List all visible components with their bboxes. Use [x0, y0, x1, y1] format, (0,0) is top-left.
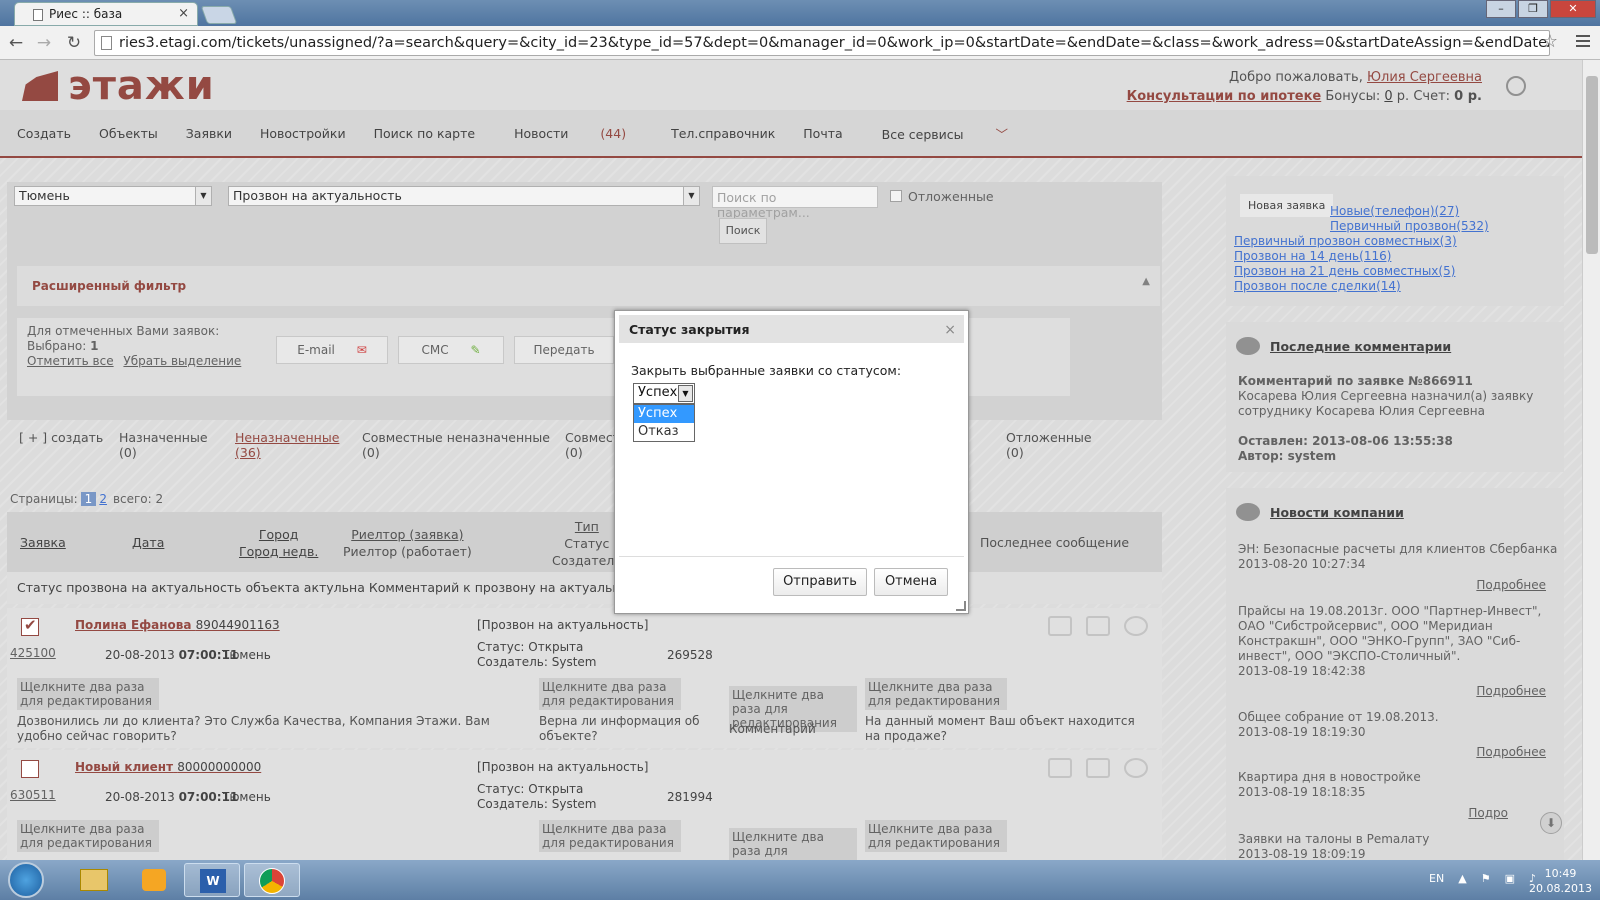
network-icon[interactable]: ▣	[1505, 872, 1515, 885]
clock[interactable]: 10:49 20.08.2013	[1529, 866, 1592, 896]
browser-toolbar: ← → ↻ ries3.etagi.com/tickets/unassigned…	[0, 26, 1600, 60]
address-bar[interactable]: ries3.etagi.com/tickets/unassigned/?a=se…	[94, 30, 1550, 56]
window-controls: – ❐ ✕	[1486, 0, 1596, 20]
close-tab-icon[interactable]: ×	[178, 6, 189, 21]
close-window-icon[interactable]: ✕	[1550, 0, 1596, 18]
status-select[interactable]: Успех ▼	[633, 383, 695, 404]
system-tray: EN ▲ ⚑ ▣ ♪	[1429, 872, 1536, 885]
close-status-dialog: Статус закрытия × Закрыть выбранные заяв…	[614, 310, 969, 614]
page-icon	[33, 9, 43, 21]
resize-handle-icon[interactable]	[956, 601, 966, 611]
explorer-icon[interactable]	[66, 863, 122, 897]
menu-icon[interactable]	[1576, 32, 1590, 50]
close-icon[interactable]: ×	[944, 322, 956, 338]
reload-icon[interactable]: ↻	[62, 31, 86, 55]
option-refuse[interactable]: Отказ	[634, 423, 694, 441]
clock-time: 10:49	[1544, 867, 1577, 880]
dialog-divider	[619, 556, 964, 557]
dropdown-arrow-icon: ▼	[678, 385, 693, 402]
scrollbar-thumb[interactable]	[1586, 76, 1598, 254]
minimize-icon[interactable]: –	[1486, 0, 1516, 18]
option-success[interactable]: Успех	[634, 405, 694, 423]
tab-title: Риес :: база	[49, 7, 123, 21]
start-button[interactable]	[8, 862, 44, 898]
page-scrollbar[interactable]	[1582, 60, 1600, 860]
forward-icon[interactable]: →	[32, 31, 56, 55]
status-selected: Успех	[638, 385, 678, 400]
bookmark-star-icon[interactable]: ☆	[1542, 31, 1558, 52]
new-tab-button[interactable]	[200, 6, 238, 24]
word-icon[interactable]: W	[184, 863, 240, 897]
flag-icon[interactable]: ⚑	[1481, 872, 1491, 885]
clock-date: 20.08.2013	[1529, 882, 1592, 895]
media-player-icon[interactable]	[126, 863, 182, 897]
page-icon	[101, 36, 112, 50]
chrome-icon[interactable]	[244, 863, 300, 897]
cancel-button[interactable]: Отмена	[874, 568, 948, 596]
tray-arrow-icon[interactable]: ▲	[1458, 872, 1466, 885]
maximize-icon[interactable]: ❐	[1518, 0, 1548, 18]
status-options: Успех Отказ	[633, 404, 695, 442]
browser-tab-bar: Риес :: база × – ❐ ✕	[0, 0, 1600, 26]
url-text: ries3.etagi.com/tickets/unassigned/?a=se…	[119, 35, 1550, 51]
send-button[interactable]: Отправить	[773, 568, 867, 596]
taskbar: W EN ▲ ⚑ ▣ ♪ 10:49 20.08.2013	[0, 860, 1600, 900]
back-icon[interactable]: ←	[4, 31, 28, 55]
dialog-label: Закрыть выбранные заявки со статусом:	[631, 363, 902, 378]
browser-tab[interactable]: Риес :: база ×	[14, 2, 198, 26]
language-indicator[interactable]: EN	[1429, 872, 1444, 885]
dialog-title: Статус закрытия	[619, 315, 964, 343]
